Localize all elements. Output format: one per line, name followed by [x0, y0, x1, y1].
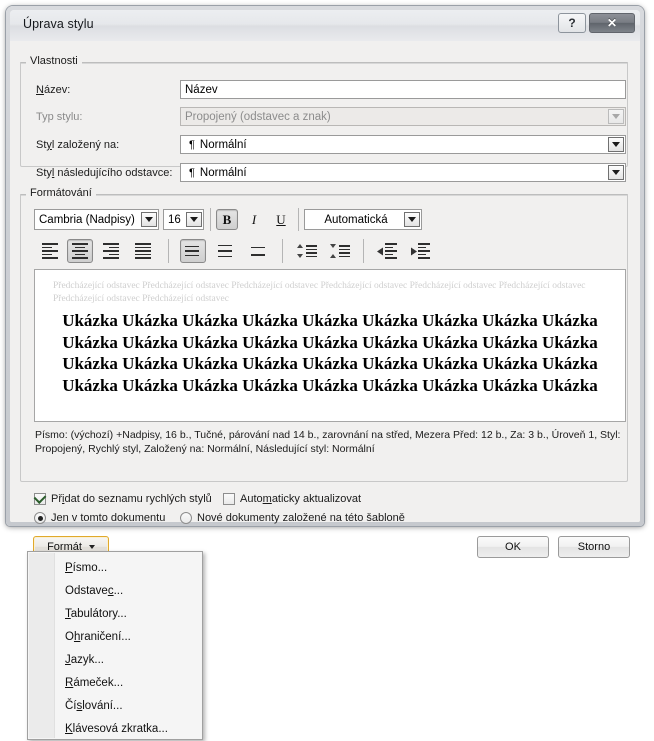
radio-dot-icon [37, 515, 43, 521]
decrease-space-before-icon [296, 244, 317, 258]
line-spacing-1-5-icon [218, 244, 234, 258]
menu-item-klavesova-zkratka[interactable]: Klávesová zkratka... [29, 718, 201, 741]
based-on-combo[interactable]: ¶ Normální [180, 135, 626, 154]
style-type-combo: Propojený (odstavec a znak) [180, 107, 626, 126]
close-icon[interactable]: ✕ [589, 13, 635, 33]
only-this-document-label: Jen v tomto dokumentu [51, 512, 166, 524]
toolbar-separator [363, 239, 364, 263]
cancel-button[interactable]: Storno [558, 536, 630, 558]
style-description: Písmo: (výchozí) +Nadpisy, 16 b., Tučné,… [35, 429, 621, 455]
window-title: Úprava stylu [23, 17, 94, 31]
bold-button[interactable]: B [216, 209, 238, 230]
chevron-down-icon[interactable] [608, 137, 624, 152]
pilcrow-icon: ¶ [189, 138, 195, 151]
toolbar-separator [282, 239, 283, 263]
menu-item-ramecek[interactable]: Rámeček... [29, 672, 201, 695]
decrease-indent-button[interactable] [374, 240, 400, 262]
align-justify-icon [135, 243, 151, 259]
toolbar-separator [298, 208, 299, 231]
line-spacing-double-button[interactable] [247, 240, 271, 262]
align-right-button[interactable] [99, 240, 123, 262]
italic-button[interactable]: I [243, 209, 265, 230]
align-center-icon [72, 243, 88, 259]
toolbar-separator [168, 239, 169, 263]
increase-space-after-button[interactable] [326, 240, 352, 262]
based-on-label: Styl založený na: [36, 139, 120, 151]
format-dropdown-menu[interactable]: Písmo... Odstavec... Tabulátory... Ohran… [27, 551, 203, 740]
add-to-quick-styles-label: Přidat do seznamu rychlých stylů [51, 493, 212, 505]
menu-item-list: Písmo... Odstavec... Tabulátory... Ohran… [29, 557, 201, 741]
chevron-down-icon[interactable] [608, 165, 624, 180]
only-this-document-radio[interactable] [34, 512, 46, 524]
auto-update-label: Automaticky aktualizovat [240, 493, 362, 505]
increase-indent-button[interactable] [407, 240, 433, 262]
next-style-label: Styl následujícího odstavce: [36, 167, 173, 179]
font-name-combo[interactable]: Cambria (Nadpisy) [34, 209, 159, 230]
toolbar-separator [210, 208, 211, 231]
menu-item-tabulatory[interactable]: Tabulátory... [29, 603, 201, 626]
line-spacing-single-icon [185, 245, 201, 257]
menu-item-odstavec[interactable]: Odstavec... [29, 580, 201, 603]
name-input[interactable]: Název [180, 80, 626, 99]
decrease-space-before-button[interactable] [293, 240, 319, 262]
font-color-combo[interactable]: Automatická [304, 209, 422, 230]
menu-item-cislovani[interactable]: Číslování... [29, 695, 201, 718]
chevron-down-icon [88, 545, 95, 549]
font-size-combo[interactable]: 16 [163, 209, 204, 230]
menu-item-jazyk[interactable]: Jazyk... [29, 649, 201, 672]
add-to-quick-styles-checkbox[interactable] [33, 491, 47, 505]
new-documents-radio[interactable] [180, 512, 192, 524]
align-justify-button[interactable] [131, 240, 155, 262]
formatting-group-label: Formátování [26, 187, 96, 199]
line-spacing-double-icon [251, 246, 267, 256]
chevron-down-icon [608, 109, 624, 124]
increase-space-after-icon [329, 244, 350, 258]
style-type-label: Typ stylu: [36, 111, 83, 123]
menu-item-ohraniceni[interactable]: Ohraničení... [29, 626, 201, 649]
help-icon[interactable]: ? [558, 13, 586, 33]
properties-group-label: Vlastnosti [26, 55, 82, 67]
style-preview: Předcházející odstavec Předcházející ods… [34, 269, 626, 422]
decrease-indent-icon [377, 243, 397, 259]
line-spacing-1-5-button[interactable] [214, 240, 238, 262]
chevron-down-icon[interactable] [186, 212, 202, 227]
dialog-body: Vlastnosti Název: Název Typ stylu: Propo… [10, 41, 640, 558]
next-style-combo[interactable]: ¶ Normální [180, 163, 626, 182]
chevron-down-icon[interactable] [141, 212, 157, 227]
preview-sample-text: Ukázka Ukázka Ukázka Ukázka Ukázka Ukázk… [62, 311, 598, 395]
ok-button[interactable]: OK [477, 536, 549, 558]
underline-button[interactable]: U [270, 209, 292, 230]
align-right-icon [103, 243, 119, 259]
chevron-down-icon[interactable] [404, 212, 420, 227]
preview-preceding-paragraph: Předcházející odstavec Předcházející ods… [53, 281, 586, 304]
title-bar[interactable]: Úprava stylu ? ✕ [10, 10, 640, 41]
check-icon [33, 491, 47, 504]
increase-indent-icon [410, 243, 430, 259]
name-field-label: Název: [36, 84, 71, 96]
align-left-button[interactable] [38, 240, 62, 262]
auto-update-checkbox[interactable] [223, 493, 235, 505]
new-documents-label: Nové dokumenty založené na této šabloně [197, 512, 405, 524]
pilcrow-icon: ¶ [189, 166, 195, 179]
dialog-window-frame: Úprava stylu ? ✕ Vlastnosti Název: Název… [6, 6, 644, 558]
menu-item-pismo[interactable]: Písmo... [29, 557, 201, 580]
dialog-inner: Úprava stylu ? ✕ Vlastnosti Název: Název… [10, 10, 640, 558]
align-center-button[interactable] [67, 239, 93, 263]
align-left-icon [42, 243, 58, 259]
line-spacing-single-button[interactable] [180, 239, 206, 263]
